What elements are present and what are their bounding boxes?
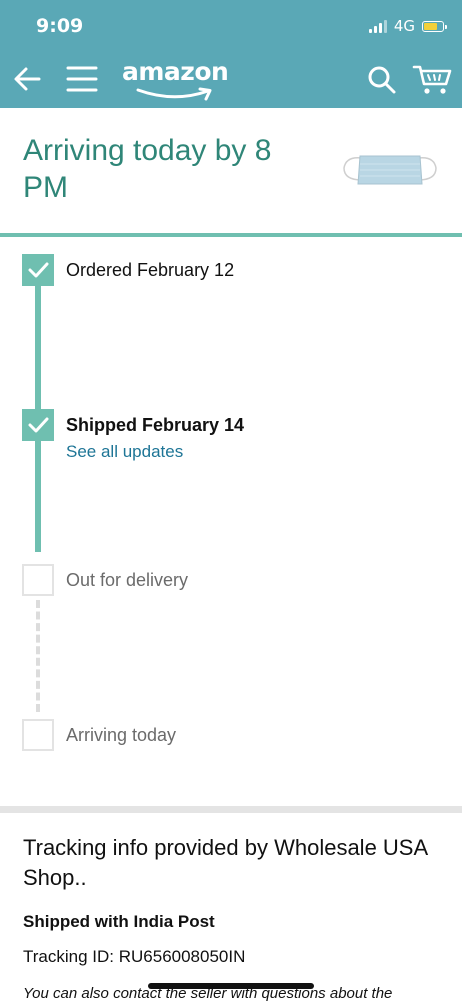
step-box-out-for-delivery: [22, 564, 54, 596]
back-arrow-icon[interactable]: [11, 62, 45, 96]
face-mask-product-image[interactable]: [340, 150, 440, 190]
status-time: 9:09: [36, 15, 84, 37]
network-type: 4G: [393, 17, 415, 35]
nav-bar: amazon: [0, 50, 462, 108]
step-label-ordered: Ordered February 12: [66, 260, 235, 280]
section-divider: [0, 233, 462, 237]
tracking-id: Tracking ID: RU656008050IN: [23, 947, 246, 966]
arrival-title: Arriving today by 8 PM: [23, 134, 272, 204]
status-indicators: 4G: [368, 17, 447, 35]
amazon-logo[interactable]: amazon: [120, 54, 232, 101]
signal-icon: [368, 19, 387, 33]
step-label-shipped: Shipped February 14: [66, 415, 245, 435]
progress-line: [35, 439, 41, 552]
home-indicator[interactable]: [148, 983, 314, 989]
checkmark-icon: [28, 417, 49, 433]
hamburger-menu-icon[interactable]: [65, 63, 99, 95]
checkmark-icon: [28, 262, 49, 278]
see-all-updates-link[interactable]: See all updates: [66, 442, 183, 462]
logo-smile-icon: [136, 87, 212, 101]
logo-text: amazon: [122, 57, 229, 86]
cart-icon[interactable]: [412, 62, 454, 96]
arrival-section: Arriving today by 8 PM: [0, 108, 462, 234]
step-label-out-for-delivery: Out for delivery: [66, 570, 189, 590]
section-divider-gray: [0, 806, 462, 813]
tracking-provider-text: Tracking info provided by Wholesale USA …: [23, 835, 427, 890]
progress-line: [35, 284, 41, 410]
step-check-shipped: [22, 409, 54, 441]
battery-icon: [422, 20, 447, 32]
step-label-arriving: Arriving today: [66, 725, 177, 745]
search-icon[interactable]: [366, 64, 398, 96]
carrier-text: Shipped with India Post: [23, 912, 215, 931]
battery-level: [424, 22, 437, 30]
step-check-ordered: [22, 254, 54, 286]
progress-dashed-line: [36, 600, 44, 712]
step-box-arriving: [22, 719, 54, 751]
status-bar: 9:09 4G: [0, 0, 462, 50]
